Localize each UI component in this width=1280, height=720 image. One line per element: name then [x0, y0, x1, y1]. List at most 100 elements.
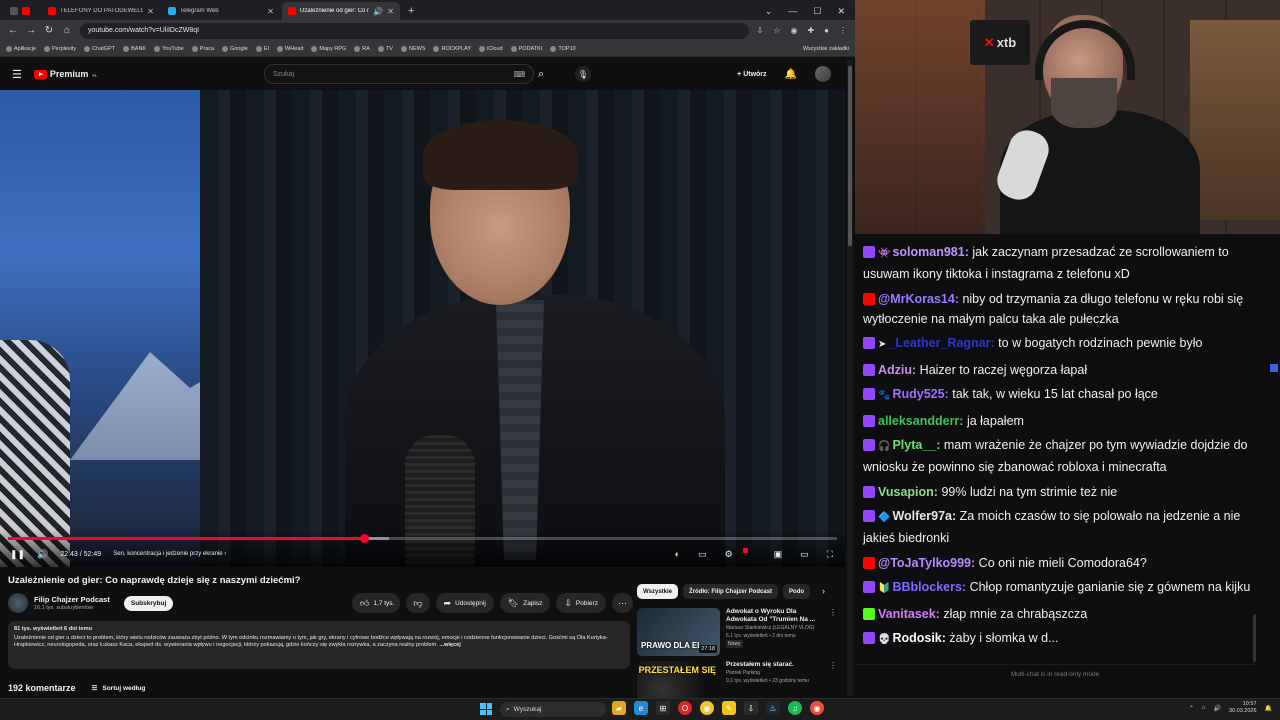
save-button[interactable]: 🔖︎ Zapisz	[499, 593, 551, 613]
file-explorer-icon[interactable]: ▰	[612, 701, 626, 715]
tab-close-icon[interactable]: ✕	[387, 7, 394, 16]
tab-telegram[interactable]: Telegram Web ✕	[162, 2, 280, 20]
back-icon[interactable]: ←	[8, 25, 18, 36]
chat-username[interactable]: Adziu:	[878, 363, 916, 377]
channel-name[interactable]: Filip Chajzer Podcast	[34, 595, 110, 604]
bookmark-star-icon[interactable]: ☆	[773, 26, 780, 35]
show-more-link[interactable]: ...więcej	[439, 642, 460, 648]
pause-icon[interactable]: ❚❚	[10, 549, 25, 560]
clock[interactable]: 10:57 30.03.2026	[1229, 701, 1257, 715]
home-icon[interactable]: ⌂	[62, 25, 72, 36]
bookmark-item[interactable]: iCloud	[479, 45, 503, 52]
chat-username[interactable]: @ToJaTylko999:	[878, 556, 975, 570]
reload-icon[interactable]: ↻	[44, 25, 54, 36]
autoplay-toggle-icon[interactable]: ◐	[675, 549, 680, 559]
maximize-button[interactable]: ☐	[813, 6, 821, 17]
address-bar[interactable]: youtube.com/watch?v=UliIDcZW8qI	[80, 22, 749, 39]
download-button[interactable]: ⇩ Pobierz	[556, 593, 606, 613]
related-thumbnail[interactable]: PRAWO DLA EL 27:18	[637, 608, 720, 656]
notifications-bell-icon[interactable]: 🔔	[785, 69, 797, 80]
more-actions-button[interactable]: ⋯	[611, 593, 633, 613]
download-manager-icon[interactable]: ⇩	[744, 701, 758, 715]
page-scrollbar[interactable]	[847, 60, 853, 696]
network-icon[interactable]: ⌂	[1202, 705, 1206, 711]
speaker-icon[interactable]: 🔊	[1214, 705, 1221, 712]
spotify-icon[interactable]: ♫	[788, 701, 802, 715]
miniplayer-icon[interactable]: ▣	[774, 549, 783, 560]
bookmark-item[interactable]: Google	[222, 45, 248, 52]
bookmark-item[interactable]: Praca	[191, 45, 214, 52]
microphone-icon[interactable]: 🎙	[575, 66, 591, 82]
chat-username[interactable]: Vusapion:	[878, 485, 938, 499]
tray-chevron-icon[interactable]: ⌃	[1189, 705, 1194, 712]
forward-icon[interactable]: →	[26, 25, 36, 36]
chat-username[interactable]: @MrKoras14:	[878, 292, 959, 306]
sort-comments-button[interactable]: ☰ Sortuj według	[92, 684, 146, 693]
opera-icon[interactable]: O	[678, 701, 692, 715]
related-menu-icon[interactable]: ⋮	[829, 608, 837, 656]
chip-source[interactable]: Źródło: Filip Chajzer Podcast	[683, 584, 779, 599]
subtitles-icon[interactable]: ▭	[698, 549, 707, 560]
share-button[interactable]: ➦ Udostępnij	[435, 593, 494, 613]
scrollbar-thumb[interactable]	[848, 66, 852, 246]
keyboard-icon[interactable]: ⌨	[513, 70, 525, 79]
notes-icon[interactable]: ✎	[722, 701, 736, 715]
profile-icon[interactable]: ●	[824, 26, 829, 35]
close-window-button[interactable]: ✕	[837, 6, 845, 17]
chat-username[interactable]: Rodosik:	[892, 631, 945, 645]
chat-username[interactable]: alleksandderr:	[878, 414, 963, 428]
fullscreen-icon[interactable]: ⛶	[827, 549, 833, 560]
chat-username[interactable]: soloman981:	[892, 245, 968, 259]
bookmark-item[interactable]: Mapy RPG	[311, 45, 346, 52]
new-tab-button[interactable]: +	[402, 2, 420, 20]
puzzle-icon[interactable]: ✚	[807, 26, 814, 35]
hamburger-menu-icon[interactable]: ☰	[12, 68, 22, 81]
progress-bar[interactable]	[8, 534, 837, 543]
tab-search-icon[interactable]: ⌄	[765, 6, 773, 17]
chat-scrollbar[interactable]	[1253, 614, 1256, 662]
bookmark-item[interactable]: YouTube	[154, 45, 184, 52]
related-title[interactable]: Przestałem się starać.	[726, 661, 823, 669]
create-button[interactable]: + Utwórz	[737, 71, 766, 78]
bookmark-item[interactable]: WHead	[277, 45, 303, 52]
theater-mode-icon[interactable]: ▭	[800, 549, 809, 560]
tab-close-icon[interactable]: ✕	[267, 7, 274, 16]
install-icon[interactable]: ⇩	[757, 26, 764, 35]
chat-username[interactable]: _Leather_Ragnar:	[888, 336, 994, 350]
youtube-logo[interactable]: Premium PL	[33, 69, 98, 79]
notification-icon[interactable]: 🔔	[1265, 705, 1272, 712]
bookmark-item[interactable]: PODATKI	[510, 45, 542, 52]
store-icon[interactable]: ⊞	[656, 701, 670, 715]
chat-username[interactable]: Plyta__:	[892, 438, 940, 452]
tab-close-icon[interactable]: ✕	[147, 7, 154, 16]
bookmark-item[interactable]: NEWS	[400, 45, 425, 52]
subscribe-button[interactable]: Subskrybuj	[123, 595, 174, 611]
extension-icon[interactable]: ◉	[790, 26, 797, 35]
volume-icon[interactable]: 🔊	[37, 549, 48, 560]
account-avatar[interactable]	[815, 66, 831, 82]
settings-gear-icon[interactable]: ⚙	[725, 549, 733, 560]
all-bookmarks-button[interactable]: Wszystkie zakładki	[803, 46, 849, 52]
bookmark-item[interactable]: ChatGPT	[84, 45, 115, 52]
bookmark-item[interactable]: EI	[255, 45, 269, 52]
channel-avatar[interactable]	[8, 593, 28, 613]
windows-start-icon[interactable]	[480, 703, 492, 715]
chip-all[interactable]: Wszystkie	[637, 584, 679, 599]
minimize-button[interactable]: —	[788, 6, 797, 16]
dislike-button[interactable]: 👎︎	[406, 593, 430, 613]
bookmark-item[interactable]: TV	[377, 45, 393, 52]
steam-icon[interactable]: ♨	[766, 701, 780, 715]
chip-similar[interactable]: Podo	[783, 584, 811, 599]
chrome-icon[interactable]: ◉	[700, 701, 714, 715]
chapter-button[interactable]: Sen, koncentracja i jedzenie przy ekrani…	[113, 551, 226, 557]
progress-scrubber[interactable]	[360, 534, 370, 543]
related-title[interactable]: Adwokat o Wyroku Dla Adwokata Od "Trumie…	[726, 608, 823, 624]
chrome-canary-icon[interactable]: ◉	[810, 701, 824, 715]
taskbar-search[interactable]: ⌕ Wyszukaj	[500, 702, 606, 717]
bookmark-item[interactable]: Aplikacje	[6, 45, 36, 52]
chat-username[interactable]: Rudy525:	[892, 387, 948, 401]
bookmark-item[interactable]: RA	[354, 45, 370, 52]
search-input[interactable]: Szukaj ⌨	[264, 64, 534, 84]
like-button[interactable]: 👍︎ 1,7 tys.	[352, 593, 401, 613]
browser-menu-tab[interactable]	[4, 2, 40, 20]
